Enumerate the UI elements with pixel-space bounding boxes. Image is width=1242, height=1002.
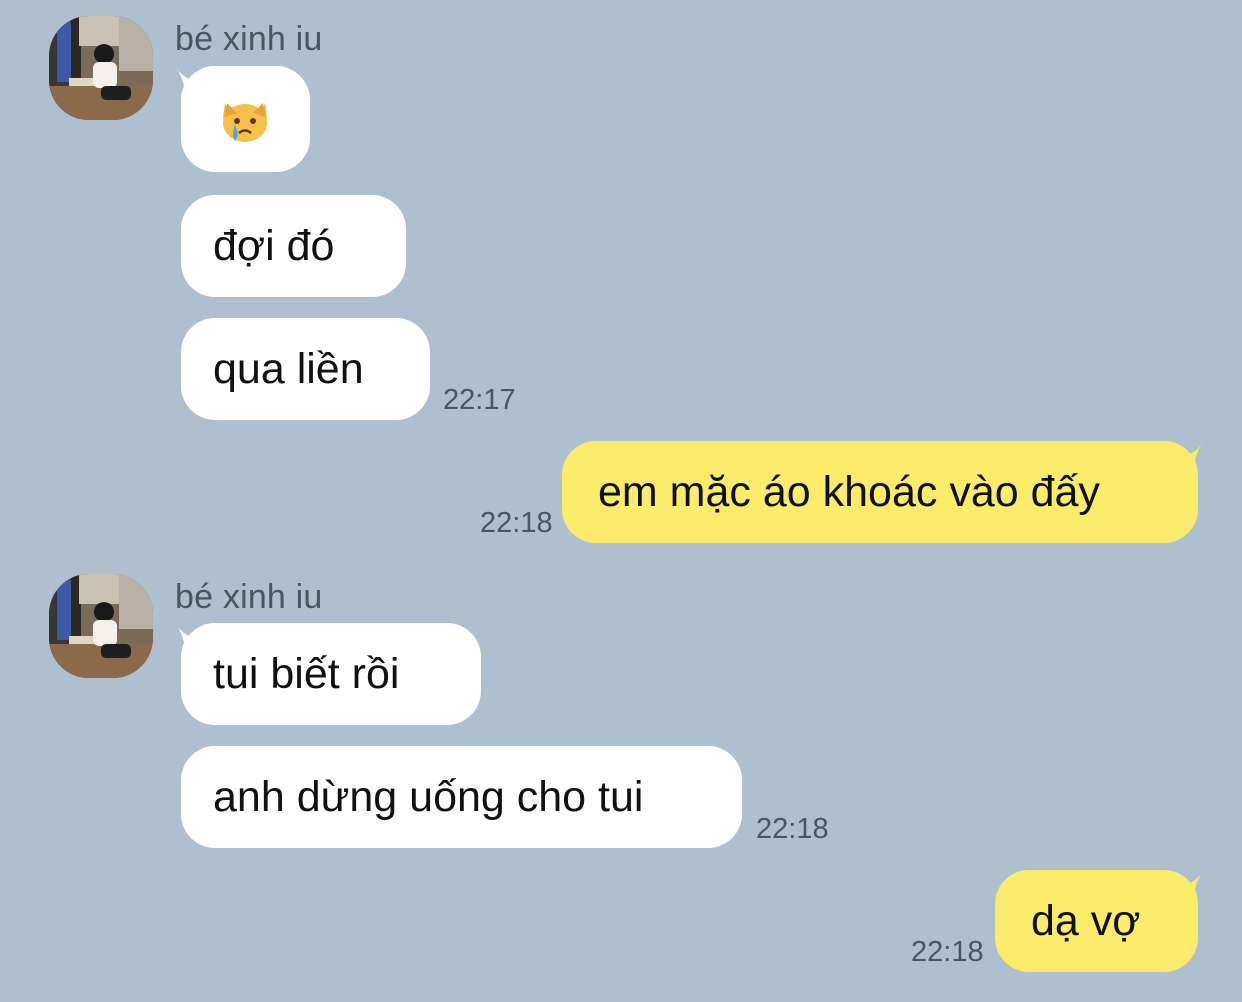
message-text: dạ vợ (1031, 896, 1141, 945)
chat-area[interactable]: bé xinh iu đợi đó qua liền 22:17 22:18 e (0, 0, 1242, 1002)
avatar[interactable] (49, 574, 153, 678)
message-bubble[interactable]: anh dừng uống cho tui (181, 746, 742, 848)
message-timestamp: 22:18 (756, 813, 829, 845)
message-bubble[interactable]: qua liền (181, 318, 430, 420)
message-text: đợi đó (213, 221, 335, 270)
crying-cat-face-icon (215, 89, 275, 149)
message-text: qua liền (213, 344, 364, 393)
message-timestamp: 22:18 (911, 936, 984, 968)
message-bubble[interactable]: tui biết rồi (181, 623, 481, 725)
profile-photo-icon (49, 574, 153, 678)
bubble-tail (1176, 441, 1204, 471)
message-bubble[interactable]: đợi đó (181, 195, 406, 297)
message-timestamp: 22:17 (443, 384, 516, 416)
sender-name: bé xinh iu (175, 20, 323, 58)
message-bubble-emoji[interactable] (181, 66, 310, 172)
message-text: anh dừng uống cho tui (213, 772, 644, 821)
sender-name: bé xinh iu (175, 578, 323, 616)
message-timestamp: 22:18 (480, 507, 553, 539)
message-bubble-outgoing[interactable]: em mặc áo khoác vào đấy (562, 441, 1198, 543)
message-bubble-outgoing[interactable]: dạ vợ (995, 870, 1198, 972)
message-text: em mặc áo khoác vào đấy (598, 467, 1100, 516)
avatar[interactable] (49, 16, 153, 120)
message-text: tui biết rồi (213, 649, 400, 698)
bubble-tail (1176, 870, 1204, 900)
profile-photo-icon (49, 16, 153, 120)
